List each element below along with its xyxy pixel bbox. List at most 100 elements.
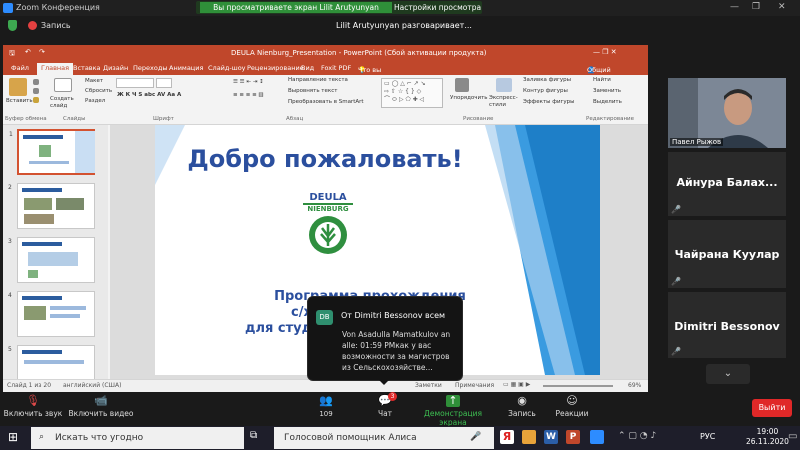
video-off-icon: 📹 <box>94 394 108 407</box>
thumbnail-title-bar <box>22 242 62 246</box>
save-icon: 🖫 <box>9 49 15 57</box>
muted-mic-icon: 🎤 <box>671 205 681 214</box>
search-placeholder: Искать что угодно <box>55 433 144 443</box>
start-video-button[interactable]: 📹 Включить видео <box>68 392 134 419</box>
ppt-tab-home: Главная <box>37 63 74 75</box>
microphone-icon: 🎤 <box>470 432 482 442</box>
clock-time: 19:00 <box>756 427 779 436</box>
participant-tile[interactable]: Dimitri Bessonov 🎤 <box>668 292 786 358</box>
reset-label: Сбросить <box>85 88 113 94</box>
comments-button: Примечания <box>455 382 495 389</box>
thumbnail-logo <box>39 145 51 157</box>
slide-number: 1 <box>9 131 13 138</box>
participants-icon: 👥 109 <box>319 394 333 419</box>
list-buttons-icon: ☰ ☰ ⇤ ⇥ ↕ <box>233 79 264 85</box>
ppt-tab-animation: Анимация <box>169 64 204 72</box>
logo-gear-icon <box>309 216 347 254</box>
reactions-button[interactable]: ☺ Реакции <box>552 392 592 419</box>
ppt-tab-slideshow: Слайд-шоу <box>208 64 246 72</box>
zoom-logo-icon <box>3 3 13 13</box>
restore-icon[interactable]: ❐ <box>752 2 760 12</box>
scroll-participants-down-button[interactable]: ⌄ <box>706 364 750 384</box>
unmute-button[interactable]: 🎙 Включить звук <box>2 392 64 419</box>
slide-number: 4 <box>8 292 12 299</box>
paste-icon <box>9 78 27 96</box>
zoom-app-icon[interactable] <box>590 430 604 444</box>
minimize-icon[interactable]: — <box>730 2 739 12</box>
participant-tile[interactable]: Айнура Балах... 🎤 <box>668 152 786 216</box>
replace-label: Заменить <box>593 88 622 94</box>
zoom-slider <box>543 385 613 387</box>
find-label: Найти <box>593 77 611 83</box>
arrange-icon <box>455 78 469 92</box>
chat-button[interactable]: 💬 Чат 3 <box>370 392 400 418</box>
select-label: Выделить <box>593 99 622 105</box>
new-slide-label: Создать слайд <box>50 96 74 109</box>
chat-message: Von Asadulla Mamatkulov an alle: 01:59 P… <box>342 330 451 372</box>
font-style-buttons-icon: Ж К Ч S abc AV Aa A <box>117 92 182 98</box>
record-button[interactable]: ◉ Запись <box>504 392 540 419</box>
shape-fill-label: Заливка фигуры <box>523 77 571 83</box>
view-buttons-icon: ▭ ▦ ▣ ▶ <box>503 381 531 388</box>
voice-assistant-bar[interactable]: Голосовой помощник Алиса 🎤 <box>274 427 494 449</box>
logo-text-1: DEULA <box>303 193 353 205</box>
word-icon[interactable]: W <box>544 430 558 444</box>
slide-number: 2 <box>8 184 12 191</box>
file-explorer-icon[interactable] <box>522 430 536 444</box>
shape-effects-label: Эффекты фигуры <box>523 99 575 105</box>
windows-start-icon[interactable]: ⊞ <box>8 431 21 444</box>
meeting-toolbar: 🎙 Включить звук 📹 Включить видео 👥 109 💬… <box>0 392 800 428</box>
recording-dot-icon <box>28 21 37 30</box>
tray-icons[interactable]: ⌃ ▢ ◔ ♪ <box>618 431 656 441</box>
close-icon[interactable]: ✕ <box>778 2 786 12</box>
active-speaker-label: Lilit Arutyunyan разговаривает... <box>336 21 472 30</box>
participant-name: Павел Рыжов <box>670 138 724 146</box>
ppt-tab-file: Файл <box>11 64 29 72</box>
language-status: английский (США) <box>63 382 122 389</box>
redo-icon: ↷ <box>39 48 45 56</box>
shapes-gallery: ▭ ◯ △ ⌐ ↗ ↘ ⇨ ⇧ ☆ { } ◇ ⌒ ⬭ ▷ ⬠ ✚ ◁ <box>381 78 443 108</box>
align-buttons-icon: ≡ ≡ ≡ ≡ ▥ <box>233 92 264 98</box>
chat-notification[interactable]: DB От Dimitri Bessonov всем Von Asadulla… <box>307 296 463 381</box>
thumbnail-photo <box>24 214 54 224</box>
sharing-message: Вы просматриваете экран Lilit Arutyunyan <box>200 2 392 13</box>
group-drawing: Рисование <box>463 116 494 122</box>
thumbnail-text <box>50 314 80 318</box>
notifications-icon[interactable]: ▭ <box>788 431 797 442</box>
security-shield-icon[interactable] <box>8 20 17 31</box>
participants-button[interactable]: 👥 109 <box>306 392 346 419</box>
recording-label: Запись <box>41 21 71 30</box>
share-screen-button[interactable]: ↑ Демонстрация экрана <box>410 392 496 428</box>
taskbar-search[interactable]: ⌕ Искать что угодно <box>31 427 244 449</box>
task-view-icon[interactable]: ⧉ <box>250 430 262 444</box>
language-indicator[interactable]: РУС <box>700 432 715 441</box>
paste-label: Вставить <box>6 98 33 104</box>
shape-outline-label: Контур фигуры <box>523 88 568 94</box>
record-icon: ◉ <box>517 394 527 407</box>
powerpoint-icon[interactable]: P <box>566 430 580 444</box>
view-options-label: Настройки просмотра <box>394 3 482 12</box>
thumbnail-text <box>29 161 69 164</box>
thumbnail-title-bar <box>22 188 62 192</box>
thumbnail-diagram <box>28 252 78 266</box>
muted-mic-icon: 🎤 <box>671 277 681 286</box>
yandex-browser-icon[interactable]: Я <box>500 430 514 444</box>
thumbnail-text <box>24 360 84 364</box>
participant-tile[interactable]: Чайрана Куулар 🎤 <box>668 220 786 288</box>
quick-styles-label: Экспресс-стили <box>489 95 518 108</box>
search-icon: ⌕ <box>39 432 45 442</box>
shapes-gallery-icon: ▭ ◯ △ ⌐ ↗ ↘ ⇨ ⇧ ☆ { } ◇ ⌒ ⬭ ▷ ⬠ ✚ ◁ <box>384 80 426 103</box>
participant-video-tile[interactable]: Павел Рыжов <box>668 78 786 148</box>
thumbnail-title-bar <box>22 296 62 300</box>
copy-icon <box>33 88 39 94</box>
participant-name: Чайрана Куулар <box>674 248 780 261</box>
leave-button[interactable]: Выйти <box>752 399 792 417</box>
chat-sender: От Dimitri Bessonov всем <box>341 311 446 320</box>
undo-icon: ↶ <box>25 48 31 56</box>
chat-popup-pointer <box>379 380 389 385</box>
font-size-box <box>156 78 172 88</box>
taskbar-clock[interactable]: 19:00 26.11.2020 <box>746 427 789 447</box>
format-painter-icon <box>33 97 39 103</box>
arrange-label: Упорядочить <box>450 95 488 101</box>
voice-assistant-label: Голосовой помощник Алиса <box>284 433 417 443</box>
